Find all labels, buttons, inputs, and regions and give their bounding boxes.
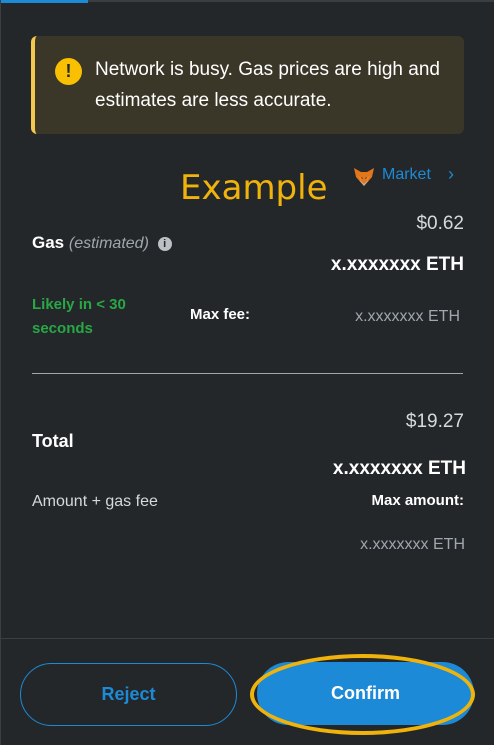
footer-divider	[0, 638, 494, 639]
total-label: Total	[32, 431, 74, 451]
total-fiat-value: $19.27	[405, 411, 464, 432]
chevron-right-icon[interactable]: ›	[448, 164, 454, 185]
network-busy-alert: ! Network is busy. Gas prices are high a…	[31, 36, 464, 134]
example-annotation: Example	[180, 168, 328, 208]
warning-icon: !	[55, 58, 82, 85]
max-fee-label: Max fee:	[190, 306, 251, 323]
fox-icon	[354, 168, 374, 186]
info-icon[interactable]: i	[157, 237, 172, 251]
total-subtitle: Amount + gas fee	[32, 493, 158, 510]
max-amount-label: Max amount:	[371, 492, 464, 509]
reject-button[interactable]: Reject	[20, 663, 237, 726]
alert-message: Network is busy. Gas prices are high and…	[95, 59, 440, 111]
gas-label: Gas (estimated) i	[32, 233, 172, 253]
likely-time: Likely in < 30 seconds	[32, 296, 126, 337]
market-link[interactable]: Market	[382, 166, 431, 184]
total-eth-value: x.xxxxxxx ETH	[332, 458, 466, 479]
gas-title: Gas	[32, 233, 65, 252]
gas-estimated: (estimated)	[68, 235, 149, 252]
gas-fiat-value: $0.62	[416, 213, 464, 234]
confirm-button[interactable]: Confirm	[257, 662, 474, 725]
active-tab-indicator	[0, 0, 88, 3]
gas-eth-value: x.xxxxxxx ETH	[330, 254, 464, 275]
left-border	[0, 0, 1, 745]
divider	[32, 373, 463, 374]
max-fee-value: x.xxxxxxx ETH	[355, 308, 460, 325]
max-amount-value: x.xxxxxxx ETH	[360, 536, 465, 553]
